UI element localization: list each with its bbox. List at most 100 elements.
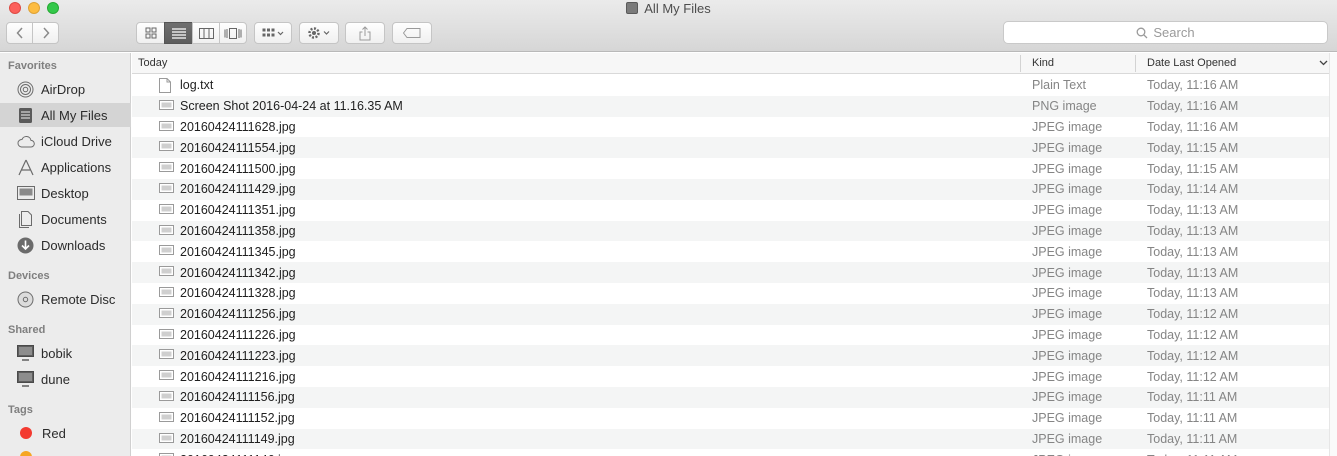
window-toolbar: All My Files Search [0, 0, 1337, 52]
share-button[interactable] [345, 22, 385, 44]
action-menu-button[interactable] [299, 22, 339, 44]
file-name: 20160424111226.jpg [180, 327, 296, 342]
window-title-text: All My Files [644, 1, 711, 16]
edit-tags-button[interactable] [392, 22, 432, 44]
sidebar-item-label: dune [41, 371, 70, 387]
file-name: 20160424111216.jpg [180, 369, 296, 384]
sidebar-item-airdrop[interactable]: AirDrop [0, 77, 131, 101]
all-my-files-icon [16, 106, 35, 125]
file-date-last-opened: Today, 11:11 AM [1147, 431, 1238, 446]
sidebar-item-icloud-drive[interactable]: iCloud Drive [0, 129, 131, 153]
chevron-down-icon[interactable] [1319, 60, 1328, 66]
file-date-last-opened: Today, 11:14 AM [1147, 182, 1239, 197]
file-name: 20160424111500.jpg [180, 161, 296, 176]
image-file-icon [159, 182, 174, 197]
sidebar-item-dune[interactable]: dune [0, 367, 131, 391]
table-row[interactable]: 20160424111152.jpg JPEG image Today, 11:11… [132, 408, 1337, 429]
forward-button[interactable] [32, 22, 59, 44]
file-kind: JPEG image [1032, 348, 1103, 363]
column-header-kind[interactable]: Kind [1032, 57, 1054, 69]
column-header-name[interactable]: Today [138, 57, 167, 69]
sidebar-item-downloads[interactable]: Downloads [0, 233, 131, 257]
table-row[interactable]: 20160424111351.jpg JPEG image Today, 11:13… [132, 200, 1337, 221]
image-file-icon [159, 286, 174, 301]
sidebar-section-tags: Tags [8, 404, 33, 416]
column-header-date-last-opened[interactable]: Date Last Opened [1147, 57, 1236, 69]
file-date-last-opened: Today, 11:13 AM [1147, 265, 1239, 280]
table-row[interactable]: 20160424111223.jpg JPEG image Today, 11:12… [132, 345, 1337, 367]
file-date-last-opened: Today, 11:16 AM [1147, 119, 1239, 134]
file-kind: JPEG image [1032, 431, 1103, 446]
table-row[interactable]: 20160424111146.jpgJPEG imageToday, 11:11… [132, 449, 1337, 456]
file-kind: JPEG image [1032, 411, 1103, 426]
sidebar-item-documents[interactable]: Documents [0, 207, 131, 231]
column-divider[interactable] [1135, 55, 1136, 72]
sidebar-item-bobik[interactable]: bobik [0, 341, 131, 365]
table-row[interactable]: 20160424111500.jpg JPEG image Today, 11:15… [132, 158, 1337, 179]
sidebar-item-remote-disc[interactable]: Remote Disc [0, 287, 131, 311]
window-title: All My Files [0, 1, 1337, 16]
scrollbar[interactable] [1329, 53, 1337, 456]
image-file-icon [159, 224, 174, 239]
back-button[interactable] [6, 22, 33, 44]
applications-icon [16, 158, 35, 177]
table-row[interactable]: 20160424111226.jpg JPEG image Today, 11:12… [132, 325, 1337, 346]
sidebar-item-label: Documents [41, 211, 107, 227]
table-row[interactable]: 20160424111358.jpg JPEG image Today, 11:13… [132, 220, 1337, 242]
sidebar-item-tag-partial[interactable] [0, 445, 131, 456]
file-name: 20160424111429.jpg [180, 182, 296, 197]
column-view-button[interactable] [192, 22, 220, 44]
file-date-last-opened: Today, 11:11 AM [1147, 411, 1238, 426]
sidebar-item-applications[interactable]: Applications [0, 155, 131, 179]
table-row[interactable]: 20160424111256.jpg JPEG image Today, 11:12… [132, 303, 1337, 325]
file-date-last-opened: Today, 11:12 AM [1147, 327, 1239, 342]
image-file-icon [159, 369, 174, 384]
file-kind: JPEG image [1032, 119, 1103, 134]
file-date-last-opened: Today, 11:11 AM [1147, 390, 1238, 405]
text-file-icon [159, 78, 171, 96]
icon-view-button[interactable] [136, 22, 165, 44]
arrange-button[interactable] [254, 22, 292, 44]
file-name: 20160424111328.jpg [180, 286, 296, 301]
sidebar-item-label: All My Files [41, 107, 108, 123]
table-row[interactable]: 20160424111429.jpg JPEG image Today, 11:14… [132, 178, 1337, 200]
table-row[interactable]: 20160424111328.jpg JPEG image Today, 11:13… [132, 283, 1337, 304]
image-file-icon [159, 390, 174, 405]
list-view-button[interactable] [164, 22, 193, 44]
table-row[interactable]: 20160424111554.jpg JPEG image Today, 11:15… [132, 137, 1337, 159]
column-divider[interactable] [1020, 55, 1021, 72]
computer-icon [16, 370, 35, 389]
image-file-icon [159, 120, 174, 135]
table-row[interactable]: 20160424111628.jpg JPEG image Today, 11:16… [132, 117, 1337, 138]
table-row[interactable]: 20160424111342.jpg JPEG image Today, 11:13… [132, 262, 1337, 283]
red-tag-icon [20, 427, 32, 439]
sidebar-item-desktop[interactable]: Desktop [0, 181, 131, 205]
table-row[interactable]: 20160424111216.jpg JPEG image Today, 11:12… [132, 366, 1337, 387]
file-date-last-opened: Today, 11:16 AM [1147, 78, 1239, 93]
search-field[interactable]: Search [1003, 21, 1328, 44]
sidebar-item-all-my-files[interactable]: All My Files [0, 103, 131, 127]
image-file-icon [159, 244, 174, 259]
sidebar-item-label: Desktop [41, 185, 89, 201]
table-row[interactable]: Screen Shot 2016-04-24 at 11.16.35 AM PNG… [132, 95, 1337, 117]
disc-icon [16, 290, 35, 309]
file-date-last-opened: Today, 11:12 AM [1147, 307, 1239, 322]
sidebar-item-label: Red [42, 425, 66, 441]
cover-flow-button[interactable] [219, 22, 247, 44]
table-row[interactable]: log.txt Plain Text Today, 11:16 AM [132, 75, 1337, 96]
table-row[interactable]: 20160424111149.jpg JPEG image Today, 11:11… [132, 428, 1337, 450]
table-row[interactable]: 20160424111156.jpg JPEG image Today, 11:11… [132, 386, 1337, 408]
list-view-icon [171, 27, 186, 39]
gear-icon [308, 27, 330, 39]
file-kind: JPEG image [1032, 223, 1103, 238]
file-name: 20160424111256.jpg [180, 307, 296, 322]
tag-icon [403, 28, 421, 38]
icon-view-icon [145, 27, 156, 39]
file-name: log.txt [180, 78, 214, 93]
file-kind: JPEG image [1032, 286, 1103, 301]
download-icon [16, 236, 35, 255]
sidebar-item-tag-red[interactable]: Red [0, 421, 131, 445]
table-row[interactable]: 20160424111345.jpg JPEG image Today, 11:13… [132, 241, 1337, 262]
file-name: 20160424111149.jpg [180, 431, 295, 446]
all-my-files-icon [626, 2, 639, 14]
